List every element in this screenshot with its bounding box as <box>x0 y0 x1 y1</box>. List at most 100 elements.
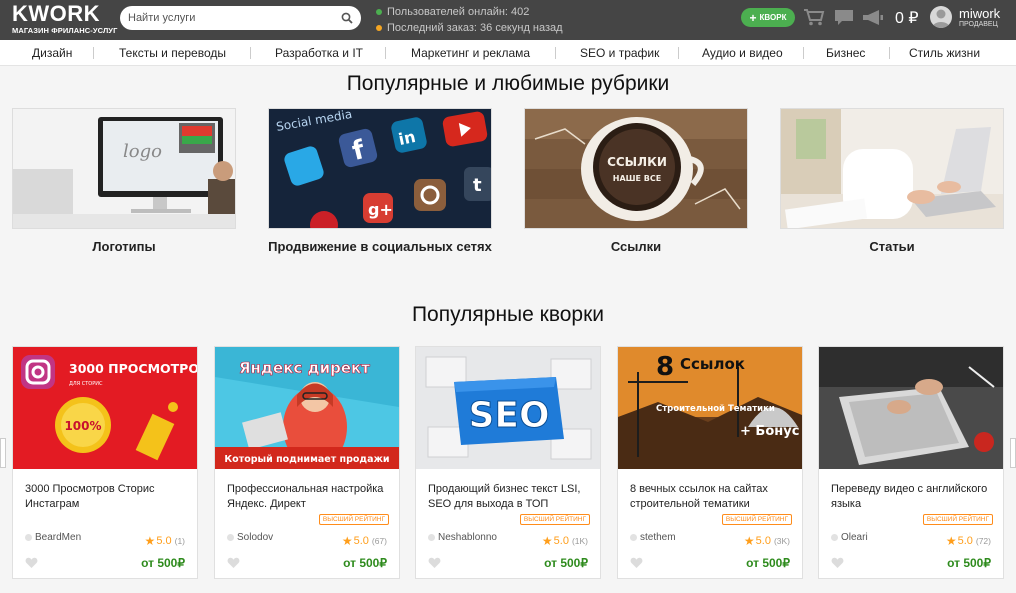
notifications-icon[interactable] <box>862 9 884 26</box>
heart-icon[interactable] <box>630 557 643 569</box>
kwork-image-text: 8 <box>656 352 674 382</box>
svg-text:g+: g+ <box>368 200 393 219</box>
kwork-image-text: + Бонус <box>740 424 799 439</box>
category-divider <box>250 47 251 59</box>
kwork-card[interactable]: 3000 ПРОСМОТРОВ ДЛЯ СТОРИС 100% 3000 Про… <box>12 346 198 579</box>
seller[interactable]: Neshablonno <box>428 532 497 543</box>
heart-icon[interactable] <box>831 557 844 569</box>
search-input[interactable] <box>128 6 338 30</box>
kwork-card[interactable]: Яндекс директ Который поднимает продажи … <box>214 346 400 579</box>
review-count: (1) <box>174 536 185 546</box>
kwork-image-text: Ссылок <box>680 355 745 373</box>
kwork-price[interactable]: от 500₽ <box>343 556 387 570</box>
kwork-card[interactable]: SEO Продающий бизнес текст LSI, SEO для … <box>415 346 601 579</box>
carousel-prev-button[interactable] <box>0 438 6 468</box>
username[interactable]: miwork <box>959 6 1000 21</box>
seller[interactable]: stethem <box>630 532 676 543</box>
rubric-title[interactable]: Логотипы <box>12 238 236 255</box>
logo-text: KWORK <box>12 1 101 26</box>
top-rating-badge: ВЫСШИЙ РЕЙТИНГ <box>922 514 993 525</box>
logo-subtitle: МАГАЗИН ФРИЛАНС-УСЛУГ <box>12 26 118 35</box>
kwork-title[interactable]: Переведу видео с английского языка <box>831 482 993 512</box>
balance[interactable]: 0 ₽ <box>895 8 919 28</box>
user-role: ПРОДАВЕЦ <box>959 21 998 28</box>
rubric-card[interactable]: ССЫЛКИ НАШЕ ВСЕ Ссылки <box>524 108 748 255</box>
category-divider <box>889 47 890 59</box>
rubric-card[interactable]: Статьи <box>780 108 1004 255</box>
rubric-title[interactable]: Ссылки <box>524 238 748 255</box>
heart-icon[interactable] <box>428 557 441 569</box>
seller-name[interactable]: Neshablonno <box>438 532 497 543</box>
kwork-price[interactable]: от 500₽ <box>947 556 991 570</box>
rubric-title[interactable]: Продвижение в социальных сетях <box>268 238 492 255</box>
svg-text:t: t <box>473 175 482 196</box>
kwork-image-text: Яндекс директ <box>239 359 370 377</box>
category-divider <box>93 47 94 59</box>
order-dot-icon <box>376 25 382 31</box>
heart-icon[interactable] <box>227 557 240 569</box>
rating-value: 5.0 <box>553 535 569 547</box>
online-status-icon <box>428 534 435 541</box>
avatar[interactable] <box>930 6 952 28</box>
rubric-card[interactable]: logo Логотипы <box>12 108 236 255</box>
rating: ★ 5.0 (3K) <box>744 534 790 548</box>
search-icon[interactable] <box>341 12 353 24</box>
category-marketing[interactable]: Маркетинг и реклама <box>411 46 530 60</box>
kwork-image: Яндекс директ Который поднимает продажи <box>215 347 399 469</box>
kwork-price[interactable]: от 500₽ <box>544 556 588 570</box>
category-nav: Дизайн Тексты и переводы Разработка и IT… <box>0 40 1016 66</box>
online-status-icon <box>227 534 234 541</box>
seller-name[interactable]: Oleari <box>841 532 868 543</box>
online-dot-icon <box>376 9 382 15</box>
seller-name[interactable]: Solodov <box>237 532 273 543</box>
carousel-next-button[interactable] <box>1010 438 1016 468</box>
category-texts[interactable]: Тексты и переводы <box>119 46 226 60</box>
category-divider <box>678 47 679 59</box>
kwork-image: 3000 ПРОСМОТРОВ ДЛЯ СТОРИС 100% <box>13 347 197 469</box>
kwork-logo[interactable]: KWORK МАГАЗИН ФРИЛАНС-УСЛУГ <box>12 1 118 36</box>
kwork-image-text: 100% <box>64 419 101 433</box>
kwork-price[interactable]: от 500₽ <box>746 556 790 570</box>
kwork-card[interactable]: Переведу видео с английского языка ВЫСШИ… <box>818 346 1004 579</box>
category-divider <box>385 47 386 59</box>
rating-value: 5.0 <box>156 535 172 547</box>
top-rating-badge: ВЫСШИЙ РЕЙТИНГ <box>721 514 792 525</box>
seller-name[interactable]: stethem <box>640 532 676 543</box>
kwork-title[interactable]: 3000 Просмотров Сторис Инстаграм <box>25 482 187 512</box>
rubric-card[interactable]: f in g+ t Social media Продвижение в соц… <box>268 108 492 255</box>
svg-text:logo: logo <box>123 141 162 162</box>
kwork-title[interactable]: Профессиональная настройка Яндекс. Дирек… <box>227 482 389 512</box>
seller[interactable]: Oleari <box>831 532 868 543</box>
site-stats: Пользователей онлайн: 402 Последний зака… <box>376 4 563 36</box>
seller[interactable]: BeardMen <box>25 532 81 543</box>
monitor-logo-image: logo <box>12 108 236 229</box>
rubric-title[interactable]: Статьи <box>780 238 1004 255</box>
top-rating-badge: ВЫСШИЙ РЕЙТИНГ <box>318 514 389 525</box>
category-development[interactable]: Разработка и IT <box>275 46 363 60</box>
kwork-title[interactable]: 8 вечных ссылок на сайтах строительной т… <box>630 482 792 512</box>
cart-icon[interactable] <box>803 8 825 26</box>
category-seo[interactable]: SEO и трафик <box>580 46 659 60</box>
rating: ★ 5.0 (72) <box>946 534 991 548</box>
create-kwork-button[interactable]: + КВОРК <box>741 8 795 27</box>
star-icon: ★ <box>945 534 957 548</box>
category-audio-video[interactable]: Аудио и видео <box>702 46 783 60</box>
heart-icon[interactable] <box>25 557 38 569</box>
review-count: (1K) <box>571 536 588 546</box>
messages-icon[interactable] <box>834 9 854 26</box>
rating-value: 5.0 <box>755 535 771 547</box>
seller-name[interactable]: BeardMen <box>35 532 81 543</box>
category-design[interactable]: Дизайн <box>32 46 72 60</box>
kwork-card[interactable]: 8 Ссылок Строительной Тематики + Бонус 8… <box>617 346 803 579</box>
social-media-icons-image: f in g+ t Social media <box>268 108 492 229</box>
kwork-price[interactable]: от 500₽ <box>141 556 185 570</box>
star-icon: ★ <box>743 534 755 548</box>
category-business[interactable]: Бизнес <box>826 46 865 60</box>
seller[interactable]: Solodov <box>227 532 273 543</box>
kwork-image-text: 3000 ПРОСМОТРОВ <box>69 361 197 376</box>
category-lifestyle[interactable]: Стиль жизни <box>909 46 980 60</box>
online-status-icon <box>630 534 637 541</box>
create-kwork-label: КВОРК <box>759 13 787 22</box>
last-order: Последний заказ: 36 секунд назад <box>387 22 563 34</box>
kwork-title[interactable]: Продающий бизнес текст LSI, SEO для выхо… <box>428 482 590 512</box>
